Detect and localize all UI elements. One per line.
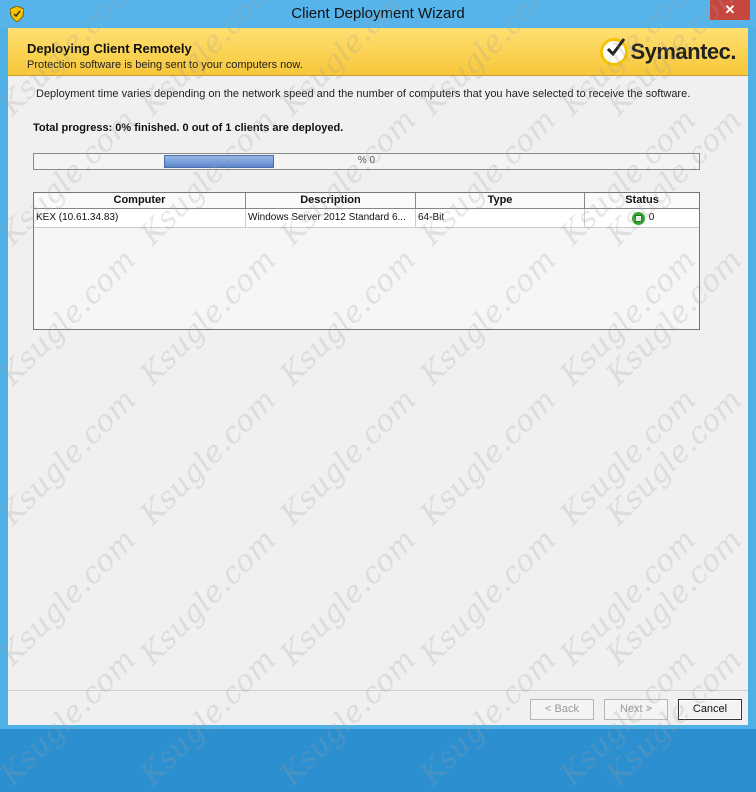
progress-bar: % 0 — [33, 153, 700, 170]
header-title: Deploying Client Remotely — [27, 41, 192, 56]
table-row[interactable]: KEX (10.61.34.83) Windows Server 2012 St… — [34, 209, 699, 228]
header-subtitle: Protection software is being sent to you… — [27, 59, 303, 71]
wizard-window: Client Deployment Wizard ✕ Deploying Cli… — [0, 0, 756, 729]
cell-computer: KEX (10.61.34.83) — [34, 209, 246, 227]
deployment-table: Computer Description Type Status KEX (10… — [33, 192, 700, 330]
info-text: Deployment time varies depending on the … — [36, 88, 691, 100]
column-header-type[interactable]: Type — [416, 193, 585, 208]
wizard-header: Deploying Client Remotely Protection sof… — [8, 28, 748, 76]
column-header-computer[interactable]: Computer — [34, 193, 246, 208]
total-progress-text: Total progress: 0% finished. 0 out of 1 … — [33, 122, 344, 134]
back-button[interactable]: < Back — [530, 699, 594, 720]
cell-description: Windows Server 2012 Standard 6... — [246, 209, 416, 227]
window-title: Client Deployment Wizard — [291, 5, 465, 22]
cell-status: 0 — [585, 209, 699, 227]
symantec-logo: Symantec. — [600, 37, 736, 67]
next-button[interactable]: Next > — [604, 699, 668, 720]
status-value: 0 — [648, 212, 655, 223]
table-header: Computer Description Type Status — [34, 193, 699, 209]
cell-type: 64-Bit — [416, 209, 585, 227]
column-header-description[interactable]: Description — [246, 193, 416, 208]
footer-divider — [8, 690, 748, 691]
progress-percent-label: % 0 — [357, 155, 376, 166]
checkmark-icon — [600, 38, 629, 66]
wizard-content: Deploying Client Remotely Protection sof… — [8, 28, 748, 725]
brand-name: Symantec. — [630, 39, 736, 64]
title-bar[interactable]: Client Deployment Wizard ✕ — [0, 0, 756, 28]
cancel-button[interactable]: Cancel — [678, 699, 742, 720]
column-header-status[interactable]: Status — [585, 193, 699, 208]
status-ok-icon — [631, 211, 645, 225]
close-button[interactable]: ✕ — [710, 0, 750, 20]
